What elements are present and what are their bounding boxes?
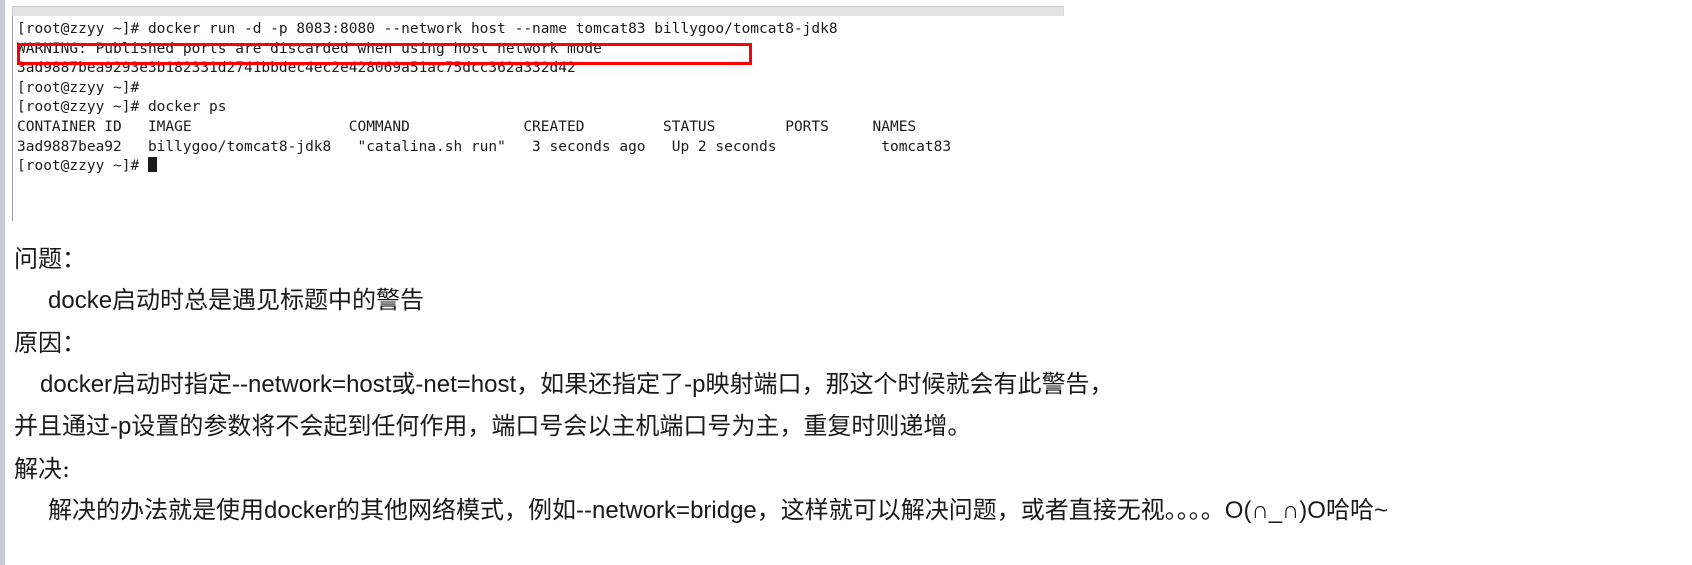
reason-heading: 原因： (14, 329, 86, 357)
solution-text: 解决的办法就是使用docker的其他网络模式，例如--network=bridg… (48, 497, 1388, 524)
terminal-line-ps-header: CONTAINER ID IMAGE COMMAND CREATED STATU… (17, 118, 917, 135)
terminal-line-container-hash: 3ad9887bea9293e3b182331d2741bbdec4ec2e42… (17, 60, 576, 77)
problem-heading: 问题： (14, 245, 86, 273)
terminal-line-docker-run: [root@zzyy ~]# docker run -d -p 8083:808… (17, 21, 838, 37)
terminal-line-warning: WARNING: Published ports are discarded w… (17, 40, 602, 57)
terminal-line-prompt-final: [root@zzyy ~]# (17, 157, 1064, 177)
reason-line-2: 并且通过-p设置的参数将不会起到任何作用，端口号会以主机端口号为主，重复时则递增… (14, 413, 972, 440)
terminal-cursor (147, 157, 157, 173)
prompt-text: [root@zzyy ~]# (17, 158, 148, 175)
problem-text: docke启动时总是遇见标题中的警告 (48, 287, 425, 314)
terminal-titlebar (12, 6, 1064, 16)
explanation-section: 问题： docke启动时总是遇见标题中的警告 原因： docker启动时指定--… (14, 238, 1684, 532)
terminal-line-prompt-empty: [root@zzyy ~]# (17, 79, 140, 96)
page-left-gutter (0, 0, 5, 565)
solution-heading: 解决: (14, 455, 71, 483)
terminal-output: [root@zzyy ~]# docker run -d -p 8083:808… (12, 16, 1064, 221)
reason-line-1: docker启动时指定--network=host或-net=host，如果还指… (40, 371, 1114, 398)
terminal-line-ps-row: 3ad9887bea92 billygoo/tomcat8-jdk8 "cata… (17, 138, 952, 155)
terminal-line-docker-ps: [root@zzyy ~]# docker ps (17, 99, 227, 116)
terminal-screenshot-block: [root@zzyy ~]# docker run -d -p 8083:808… (12, 6, 1064, 221)
